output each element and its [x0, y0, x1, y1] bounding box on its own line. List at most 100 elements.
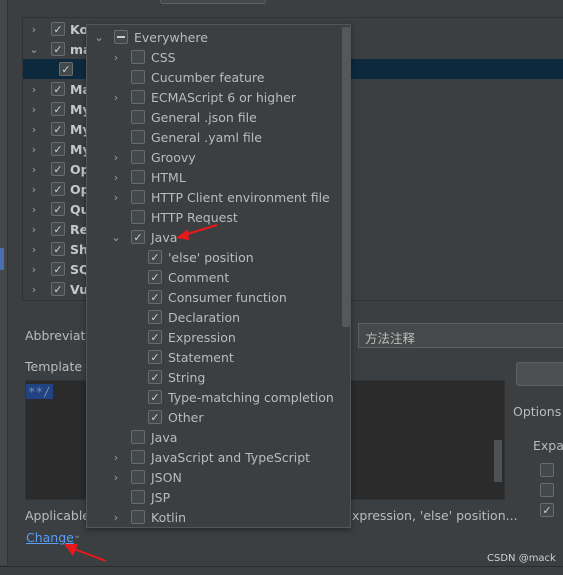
checkbox[interactable]: ✓ [51, 142, 65, 156]
checkbox[interactable]: ✓ [131, 230, 145, 244]
chevron-right-icon[interactable]: › [27, 223, 41, 236]
checkbox[interactable]: ✓ [148, 250, 162, 264]
chevron-right-icon[interactable]: › [109, 471, 123, 484]
context-item[interactable]: General .json file [109, 107, 257, 127]
checkbox[interactable] [131, 430, 145, 444]
chevron-right-icon[interactable]: › [109, 511, 123, 524]
chevron-right-icon[interactable]: › [109, 151, 123, 164]
chevron-right-icon[interactable]: › [27, 203, 41, 216]
checkbox[interactable]: ✓ [51, 22, 65, 36]
context-item[interactable]: › CSS [109, 47, 176, 67]
checkbox[interactable]: ✓ [148, 290, 162, 304]
popup-scrollbar[interactable] [342, 27, 350, 327]
checkbox[interactable]: ✓ [51, 242, 65, 256]
description-input[interactable]: 方法注释 [358, 323, 563, 348]
editor-scrollbar[interactable] [494, 440, 502, 482]
checkbox[interactable] [131, 70, 145, 84]
chevron-right-icon[interactable]: › [27, 243, 41, 256]
template-text: **/ [26, 384, 53, 399]
chevron-right-icon[interactable]: › [27, 83, 41, 96]
context-item[interactable]: ✓ String [126, 367, 205, 387]
checkbox[interactable]: ✓ [51, 202, 65, 216]
chevron-right-icon[interactable]: › [27, 23, 41, 36]
context-item-label: 'else' position [168, 249, 254, 265]
chevron-right-icon[interactable]: › [27, 103, 41, 116]
chevron-down-icon[interactable]: ⌄ [27, 43, 41, 56]
context-item[interactable]: › HTTP Client environment file [109, 187, 330, 207]
chevron-right-icon[interactable]: › [27, 143, 41, 156]
chevron-right-icon[interactable]: › [109, 51, 123, 64]
checkbox[interactable] [131, 170, 145, 184]
checkbox[interactable]: ✓ [148, 270, 162, 284]
checkbox[interactable]: ✓ [59, 62, 73, 76]
checkbox[interactable] [131, 190, 145, 204]
context-item[interactable]: ✓ 'else' position [126, 247, 254, 267]
chevron-down-icon[interactable]: ⌄ [109, 231, 123, 244]
top-field[interactable] [160, 0, 266, 4]
checkbox[interactable] [131, 470, 145, 484]
context-item[interactable]: ✓ Other [126, 407, 204, 427]
checkbox[interactable]: ✓ [51, 42, 65, 56]
context-item[interactable]: ✓ Type-matching completion [126, 387, 334, 407]
checkbox[interactable] [131, 90, 145, 104]
context-item[interactable]: ✓ Declaration [126, 307, 240, 327]
checkbox[interactable]: ✓ [51, 262, 65, 276]
checkbox[interactable] [131, 150, 145, 164]
context-item-label: Comment [168, 269, 230, 285]
context-item[interactable]: ⌄ ✓ Java [109, 227, 177, 247]
checkbox[interactable] [131, 50, 145, 64]
checkbox[interactable] [131, 130, 145, 144]
context-item[interactable]: ✓ Comment [126, 267, 229, 287]
chevron-right-icon[interactable]: › [109, 451, 123, 464]
context-item[interactable]: › Groovy [109, 147, 196, 167]
checkbox[interactable] [131, 110, 145, 124]
checkbox[interactable] [131, 510, 145, 524]
context-item-label: Declaration [168, 309, 241, 325]
checkbox[interactable] [131, 210, 145, 224]
context-item[interactable]: › JavaScript and TypeScript [109, 447, 310, 467]
checkbox[interactable]: ✓ [148, 370, 162, 384]
chevron-right-icon[interactable]: › [27, 163, 41, 176]
context-item[interactable]: ⌄ Everywhere [92, 27, 208, 47]
checkbox[interactable]: ✓ [148, 350, 162, 364]
checkbox[interactable] [114, 30, 128, 44]
option-checkbox[interactable] [540, 463, 554, 477]
checkbox[interactable] [131, 450, 145, 464]
checkbox[interactable]: ✓ [148, 410, 162, 424]
context-item[interactable]: ✓ Expression [126, 327, 236, 347]
chevron-down-icon[interactable]: ⌄ [92, 31, 106, 44]
context-item[interactable]: General .yaml file [109, 127, 262, 147]
checkbox[interactable]: ✓ [51, 282, 65, 296]
chevron-right-icon[interactable]: › [27, 123, 41, 136]
chevron-right-icon[interactable]: › [27, 263, 41, 276]
option-checkbox[interactable]: ✓ [540, 503, 554, 517]
context-item[interactable]: ✓ Consumer function [126, 287, 287, 307]
context-item[interactable]: › JSON [109, 467, 182, 487]
chevron-right-icon[interactable]: › [109, 91, 123, 104]
checkbox[interactable]: ✓ [51, 82, 65, 96]
context-item-label: General .json file [151, 109, 257, 125]
context-item[interactable]: › ECMAScript 6 or higher [109, 87, 296, 107]
context-item[interactable]: › Kotlin [109, 507, 186, 527]
context-item[interactable]: ✓ Statement [126, 347, 234, 367]
context-item[interactable]: Java [109, 427, 177, 447]
red-arrow-change [64, 544, 107, 562]
context-item[interactable]: JSP [109, 487, 170, 507]
checkbox[interactable]: ✓ [51, 122, 65, 136]
context-item[interactable]: Cucumber feature [109, 67, 265, 87]
option-checkbox[interactable] [540, 483, 554, 497]
chevron-right-icon[interactable]: › [27, 183, 41, 196]
checkbox[interactable]: ✓ [51, 102, 65, 116]
edit-variables-button[interactable] [516, 362, 563, 386]
checkbox[interactable]: ✓ [148, 330, 162, 344]
checkbox[interactable]: ✓ [51, 162, 65, 176]
chevron-right-icon[interactable]: › [27, 283, 41, 296]
checkbox[interactable]: ✓ [148, 390, 162, 404]
checkbox[interactable] [131, 490, 145, 504]
chevron-right-icon[interactable]: › [109, 191, 123, 204]
chevron-right-icon[interactable]: › [109, 171, 123, 184]
context-item[interactable]: › HTML [109, 167, 186, 187]
checkbox[interactable]: ✓ [51, 182, 65, 196]
checkbox[interactable]: ✓ [51, 222, 65, 236]
checkbox[interactable]: ✓ [148, 310, 162, 324]
